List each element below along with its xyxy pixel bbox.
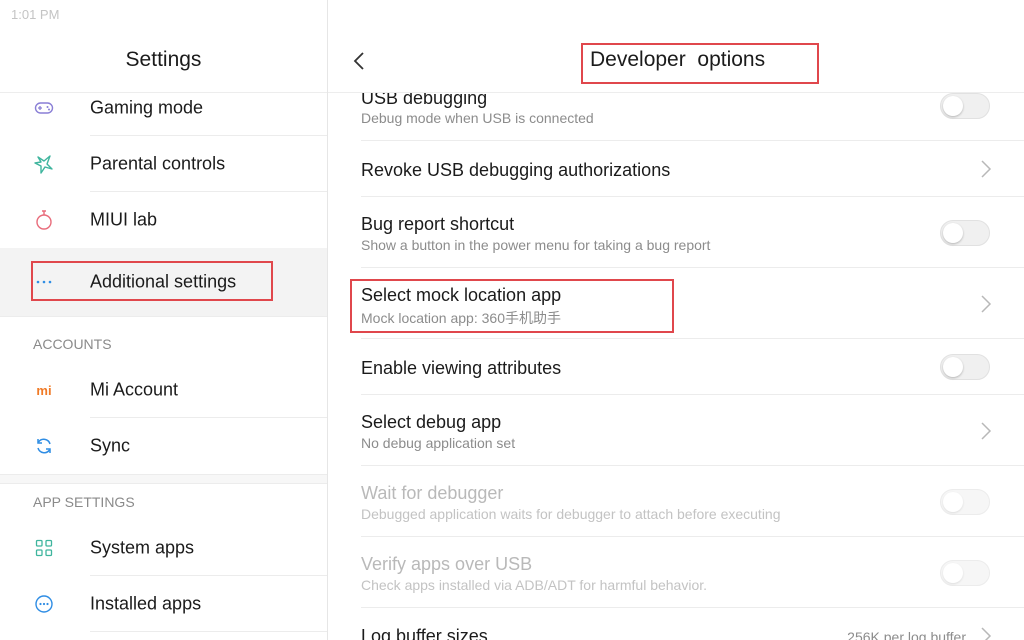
row-title: Verify apps over USB (361, 554, 533, 574)
sidebar-item-label: Installed apps (90, 593, 202, 614)
sidebar-item-sync[interactable]: Sync (0, 418, 327, 474)
settings-title: Settings (125, 48, 202, 71)
row-title: Enable viewing attributes (361, 358, 562, 378)
row-title: Revoke USB debugging authorizations (361, 160, 671, 180)
highlight-box-mock-location (350, 279, 674, 333)
sidebar-item-label: MIUI lab (90, 209, 158, 230)
sidebar-item-system-apps[interactable]: System apps (0, 520, 327, 576)
sidebar-item-miui-lab[interactable]: MIUI lab (0, 192, 327, 248)
chevron-right-icon (981, 421, 992, 440)
usb-debugging-toggle[interactable] (940, 93, 990, 119)
row-wait-for-debugger: Wait for debugger Debugged application w… (328, 466, 1024, 537)
mi-logo-text: mi (36, 382, 52, 398)
row-title: Log buffer sizes (361, 626, 488, 640)
row-usb-debugging[interactable]: USB debugging Debug mode when USB is con… (328, 80, 1024, 141)
gamepad-icon (33, 97, 55, 119)
row-title: Bug report shortcut (361, 214, 515, 234)
chevron-right-icon (981, 160, 992, 178)
row-subtitle: Show a button in the power menu for taki… (361, 237, 711, 253)
sidebar-item-label: Mi Account (90, 379, 179, 400)
row-revoke-usb-authorizations[interactable]: Revoke USB debugging authorizations (328, 141, 1024, 197)
row-log-buffer-sizes[interactable]: Log buffer sizes 256K per log buffer (328, 608, 1024, 640)
chevron-right-icon (981, 294, 992, 313)
row-bug-report-shortcut[interactable]: Bug report shortcut Show a button in the… (328, 197, 1024, 268)
row-subtitle: Debug mode when USB is connected (361, 110, 594, 126)
bug-report-shortcut-toggle[interactable] (940, 219, 990, 246)
lab-flask-icon (33, 209, 55, 231)
verify-apps-toggle (940, 559, 990, 586)
sidebar-item-installed-apps[interactable]: Installed apps (0, 576, 327, 632)
row-verify-apps-over-usb: Verify apps over USB Check apps installe… (328, 537, 1024, 608)
developer-options-pane: Developer options USB debugging Debug mo… (328, 0, 1024, 640)
highlight-box-page-title-overlay (581, 43, 819, 84)
highlight-box-additional-settings (31, 261, 273, 301)
row-enable-viewing-attributes[interactable]: Enable viewing attributes (328, 339, 1024, 395)
parental-controls-icon (33, 153, 55, 175)
installed-apps-icon (33, 593, 55, 615)
sidebar-item-label: System apps (90, 537, 195, 558)
wait-for-debugger-toggle (940, 488, 990, 515)
section-header-app-settings: APP SETTINGS (33, 494, 135, 510)
back-arrow-icon (353, 52, 364, 70)
section-header-accounts: ACCOUNTS (33, 336, 112, 352)
mi-logo-icon: mi (33, 379, 55, 401)
grid-apps-icon (33, 537, 55, 559)
settings-pane: Settings Gaming mode Parental controls M… (0, 0, 327, 640)
chevron-right-icon (981, 627, 992, 640)
sidebar-item-gaming-mode[interactable]: Gaming mode (0, 80, 327, 136)
sidebar-item-label: Gaming mode (90, 97, 204, 118)
sidebar-item-label: Sync (90, 435, 131, 456)
row-title: Wait for debugger (361, 483, 504, 503)
back-button-overlay[interactable] (348, 48, 370, 74)
row-value: 256K per log buffer (847, 629, 966, 640)
sidebar-item-parental-controls[interactable]: Parental controls (0, 136, 327, 192)
row-select-debug-app[interactable]: Select debug app No debug application se… (328, 395, 1024, 466)
row-subtitle: Check apps installed via ADB/ADT for har… (361, 577, 708, 593)
row-title: Select debug app (361, 412, 502, 432)
row-subtitle: Debugged application waits for debugger … (361, 506, 781, 522)
sidebar-item-mi-account[interactable]: mi Mi Account (0, 362, 327, 418)
row-subtitle: No debug application set (361, 435, 516, 451)
sync-icon (33, 435, 55, 457)
viewing-attributes-toggle[interactable] (940, 354, 990, 380)
sidebar-item-label: Parental controls (90, 153, 226, 174)
